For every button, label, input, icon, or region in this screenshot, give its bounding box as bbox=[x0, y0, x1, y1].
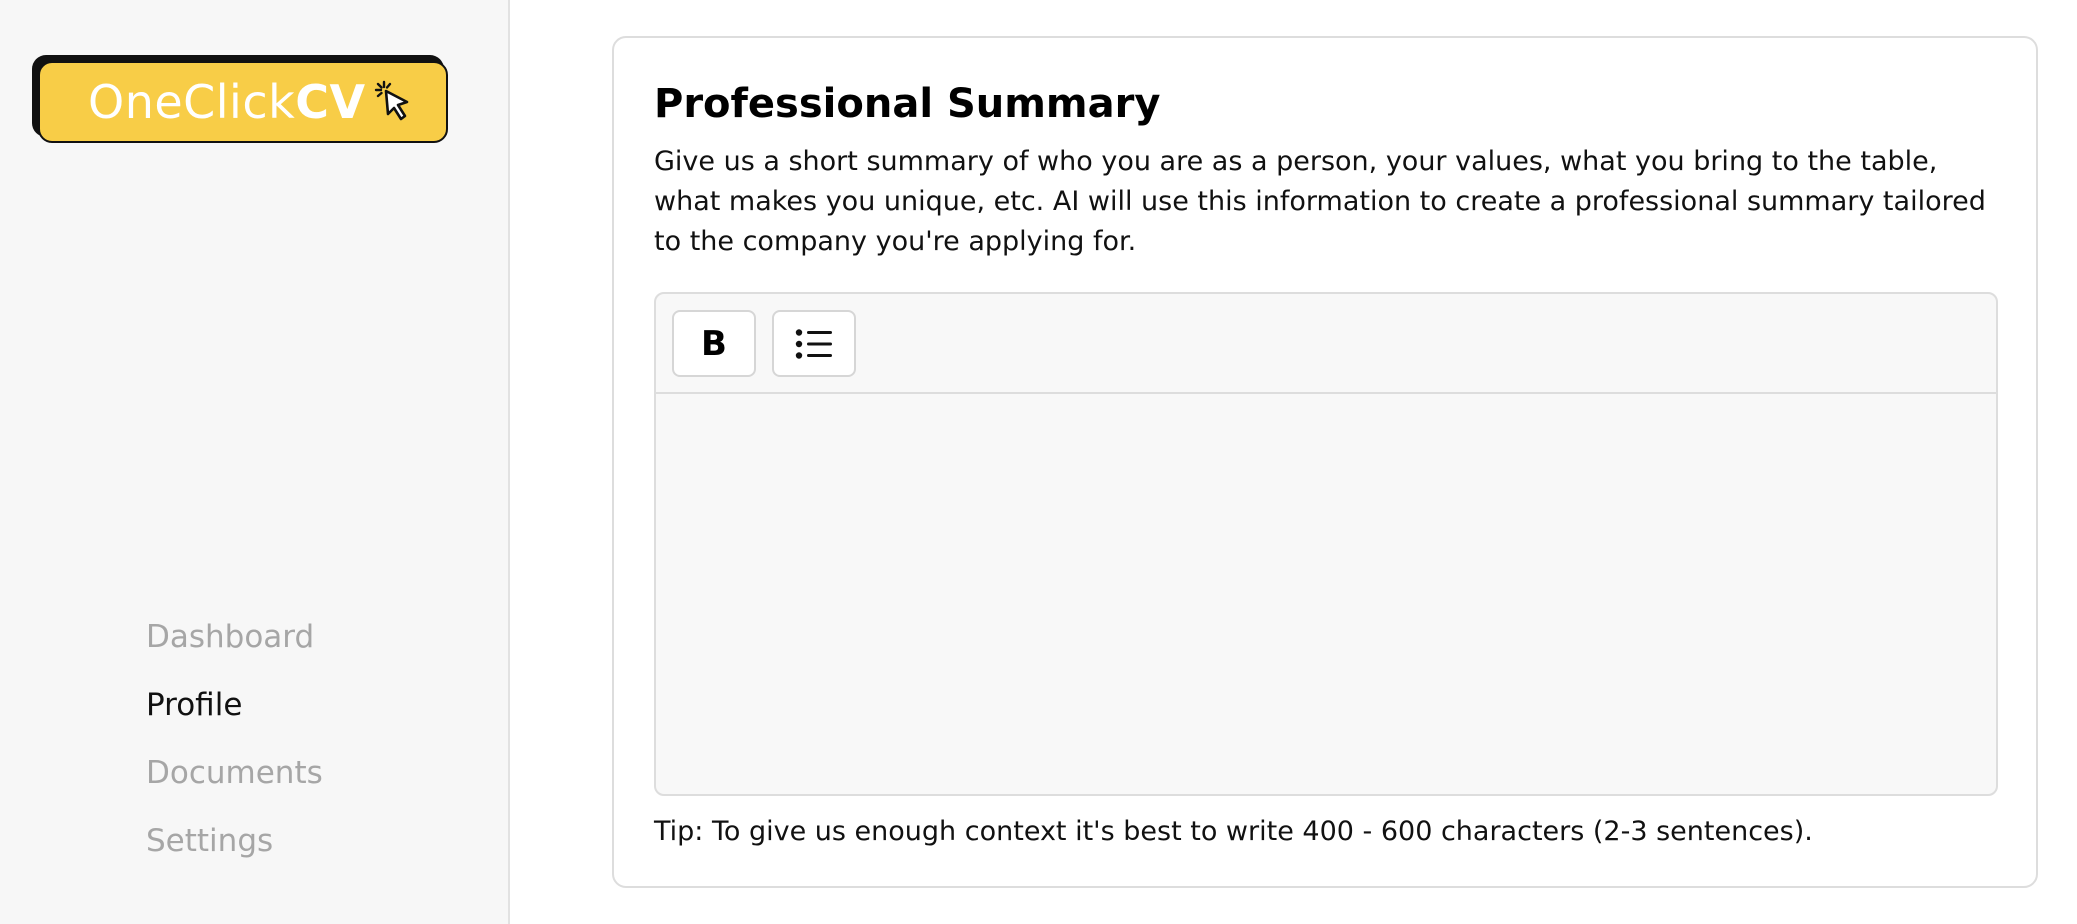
bullet-list-icon bbox=[795, 328, 832, 359]
editor-toolbar: B bbox=[656, 294, 1996, 394]
section-description: Give us a short summary of who you are a… bbox=[654, 146, 1986, 257]
logo[interactable]: OneClickCV bbox=[32, 55, 450, 145]
sidebar-item-documents[interactable]: Documents bbox=[146, 746, 323, 814]
rich-text-editor: B bbox=[654, 292, 1998, 796]
sidebar-item-settings[interactable]: Settings bbox=[146, 814, 323, 882]
logo-text-light: OneClick bbox=[88, 75, 296, 129]
bold-button[interactable]: B bbox=[672, 310, 756, 377]
sidebar-item-dashboard[interactable]: Dashboard bbox=[146, 610, 323, 678]
bullet-list-button[interactable] bbox=[772, 310, 856, 377]
sidebar-item-profile[interactable]: Profile bbox=[146, 678, 323, 746]
editor-content-area[interactable] bbox=[656, 394, 1996, 794]
sidebar-nav: Dashboard Profile Documents Settings bbox=[146, 610, 323, 882]
professional-summary-card: Professional Summary Give us a short sum… bbox=[612, 36, 2038, 888]
section-title: Professional Summary bbox=[654, 81, 1161, 127]
logo-text-bold: CV bbox=[295, 75, 366, 129]
logo-text: OneClickCV bbox=[88, 79, 366, 125]
logo-badge: OneClickCV bbox=[38, 61, 448, 143]
tip-text: Tip: To give us enough context it's best… bbox=[654, 816, 1813, 847]
cursor-click-icon bbox=[374, 80, 408, 121]
sidebar: OneClickCV Dashboard Profile Documents S… bbox=[0, 0, 510, 924]
